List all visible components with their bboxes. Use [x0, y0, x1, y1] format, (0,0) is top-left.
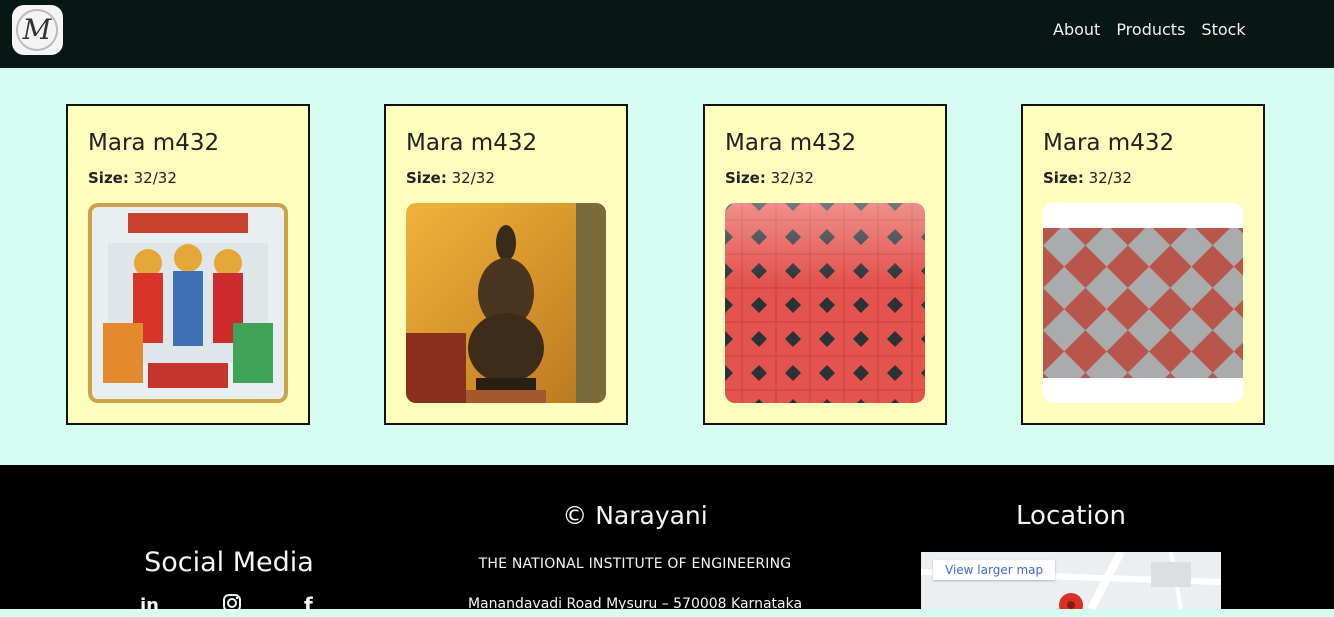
- facebook-icon[interactable]: f: [304, 593, 313, 617]
- product-size: Size: 32/32: [406, 168, 495, 188]
- linkedin-icon[interactable]: in: [140, 595, 159, 616]
- product-card[interactable]: Mara m432 Size: 32/32: [66, 104, 310, 425]
- product-image: [88, 203, 288, 403]
- nav-link-products[interactable]: Products: [1116, 20, 1185, 40]
- svg-text:M: M: [22, 13, 53, 46]
- copyright: © Narayani: [562, 501, 708, 530]
- location-title: Location: [1016, 501, 1126, 531]
- products-section: Mara m432 Size: 32/32 Mara m432 Size: 32…: [0, 68, 1334, 465]
- size-label: Size:: [406, 169, 447, 187]
- view-larger-map-link[interactable]: View larger map: [933, 560, 1056, 580]
- nav-link-about[interactable]: About: [1053, 20, 1100, 40]
- product-name: Mara m432: [88, 130, 220, 156]
- size-label: Size:: [88, 169, 129, 187]
- product-image: [1043, 203, 1243, 403]
- product-card[interactable]: Mara m432 Size: 32/32: [384, 104, 628, 425]
- logo[interactable]: M: [12, 5, 63, 55]
- size-value: 32/32: [451, 169, 495, 187]
- institution-address: Manandavadi Road Mysuru – 570008 Karnata…: [467, 596, 803, 612]
- social-media-title: Social Media: [144, 547, 314, 578]
- location-map[interactable]: View larger map: [921, 552, 1221, 609]
- size-label: Size:: [1043, 169, 1084, 187]
- product-card[interactable]: Mara m432 Size: 32/32: [703, 104, 947, 425]
- product-name: Mara m432: [406, 130, 538, 156]
- size-value: 32/32: [133, 169, 177, 187]
- nav-links: About Products Stock: [1053, 20, 1262, 40]
- product-name: Mara m432: [1043, 130, 1175, 156]
- instagram-icon[interactable]: [222, 593, 242, 617]
- navbar: M About Products Stock: [0, 0, 1334, 68]
- product-image: [725, 203, 925, 403]
- size-value: 32/32: [1088, 169, 1132, 187]
- nav-link-stock[interactable]: Stock: [1201, 20, 1245, 40]
- size-label: Size:: [725, 169, 766, 187]
- product-image: [406, 203, 606, 403]
- product-card[interactable]: Mara m432 Size: 32/32: [1021, 104, 1265, 425]
- institution-name: THE NATIONAL INSTITUTE OF ENGINEERING: [478, 556, 792, 572]
- product-name: Mara m432: [725, 130, 857, 156]
- product-size: Size: 32/32: [1043, 168, 1132, 188]
- product-size: Size: 32/32: [88, 168, 177, 188]
- footer: Social Media in f © Narayani THE NATIONA…: [0, 465, 1334, 617]
- size-value: 32/32: [770, 169, 814, 187]
- product-size: Size: 32/32: [725, 168, 814, 188]
